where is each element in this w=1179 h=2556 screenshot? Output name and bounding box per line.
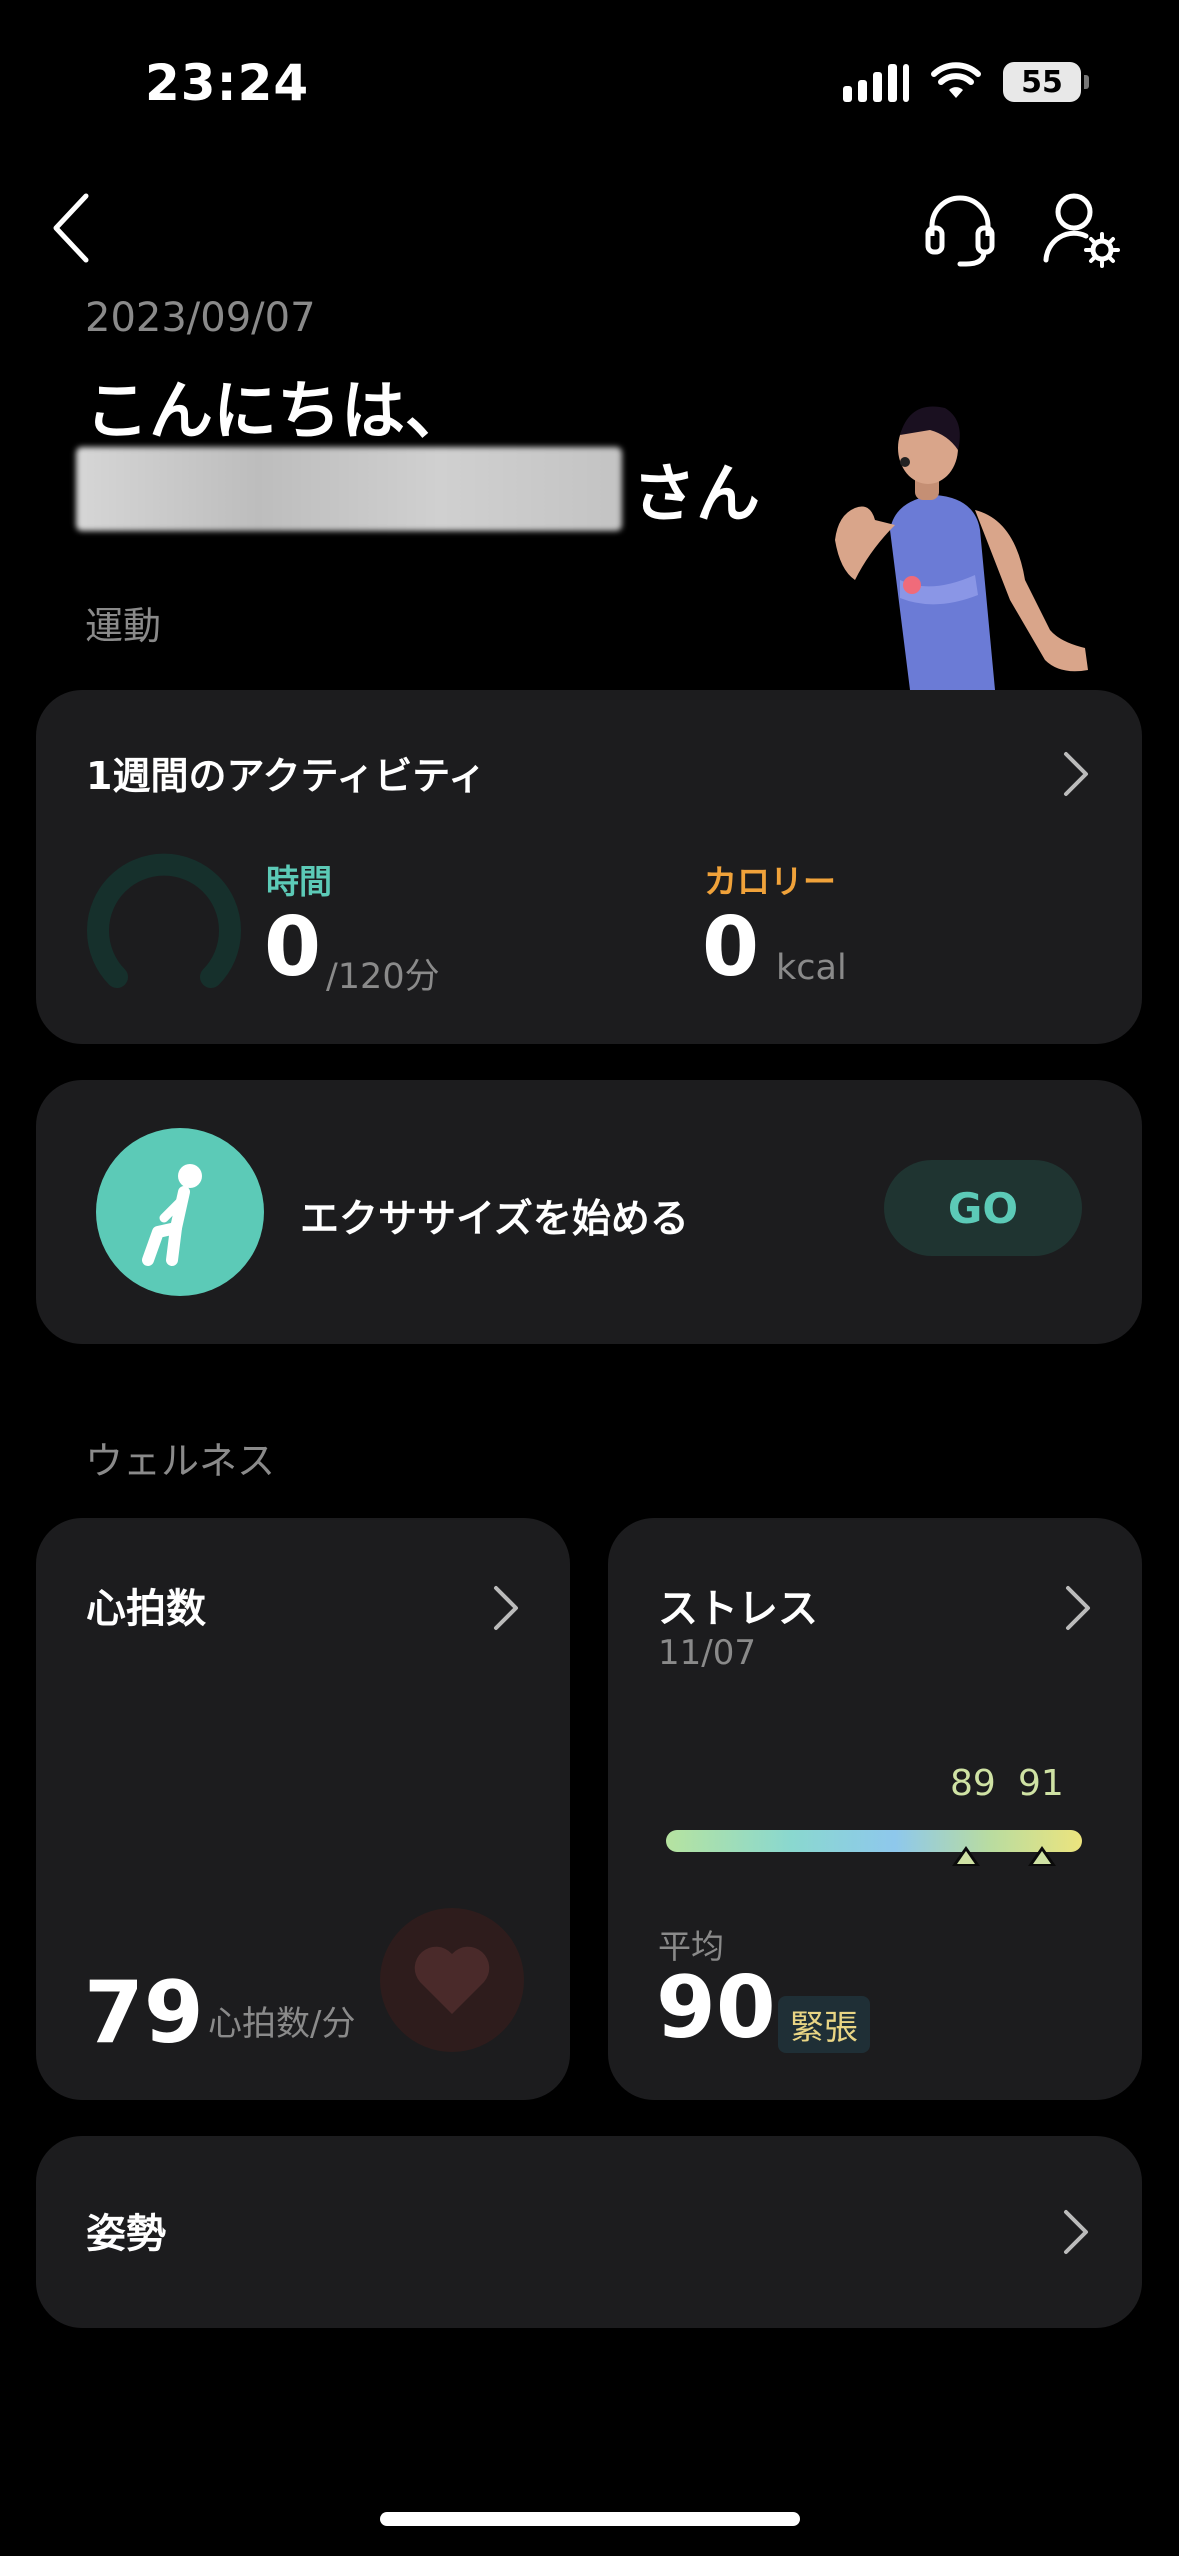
activity-title: 1週間のアクティビティ — [86, 754, 486, 798]
stress-date: 11/07 — [658, 1633, 756, 1673]
greeting-text: こんにちは、 — [85, 375, 469, 449]
chevron-right-icon — [1064, 2210, 1088, 2254]
status-icons: 55 — [843, 62, 1089, 102]
chevron-right-icon — [494, 1586, 518, 1630]
headset-support-icon[interactable] — [920, 190, 1000, 270]
stress-marker-min: 89 — [950, 1763, 996, 1804]
posture-title: 姿勢 — [86, 2211, 166, 2257]
status-time: 23:24 — [145, 54, 310, 112]
heart-rate-card[interactable]: 心拍数 79 心拍数/分 — [36, 1518, 570, 2100]
time-unit: /120分 — [326, 957, 440, 997]
date-text: 2023/09/07 — [85, 295, 316, 341]
name-suffix: さん — [632, 458, 760, 532]
heart-rate-unit: 心拍数/分 — [208, 2004, 356, 2044]
runner-illustration — [835, 406, 1088, 690]
activity-ring — [87, 853, 241, 988]
stress-marker-max: 91 — [1018, 1763, 1064, 1804]
stress-marker-triangle-fill — [957, 1851, 975, 1864]
calorie-unit: kcal — [776, 948, 847, 988]
start-exercise-label: エクササイズを始める — [300, 1197, 689, 1242]
stress-title: ストレス — [658, 1586, 818, 1632]
weekly-activity-card[interactable]: 1週間のアクティビティ 時間 0 /120分 カロリー 0 kcal — [36, 690, 1142, 1044]
exercise-icon-circle — [96, 1128, 264, 1296]
calorie-label: カロリー — [704, 862, 836, 901]
calorie-value: 0 — [702, 900, 760, 995]
stress-avg-value: 90 — [656, 1958, 776, 2058]
home-indicator[interactable] — [380, 2512, 800, 2526]
battery-level: 55 — [1021, 64, 1063, 100]
stress-marker-triangle-fill — [1033, 1851, 1051, 1864]
battery-icon: 55 — [1003, 62, 1089, 102]
chevron-right-icon — [1066, 1586, 1090, 1630]
stress-gradient-bar — [666, 1830, 1082, 1852]
stress-level-badge: 緊張 — [778, 1996, 870, 2053]
back-chevron-icon[interactable] — [44, 188, 104, 268]
heart-rate-title: 心拍数 — [86, 1586, 206, 1632]
wifi-icon — [931, 62, 981, 98]
time-label: 時間 — [266, 862, 332, 901]
chevron-right-icon — [1064, 752, 1088, 796]
section-label-exercise: 運動 — [85, 604, 162, 648]
time-value: 0 — [264, 900, 322, 995]
cellular-signal-icon — [843, 62, 909, 102]
exercise-figure-icon — [142, 1164, 202, 1266]
redacted-user-name — [76, 447, 622, 531]
heart-rate-value: 79 — [84, 1963, 204, 2063]
go-button[interactable]: GO — [884, 1160, 1082, 1256]
posture-card[interactable]: 姿勢 — [36, 2136, 1142, 2328]
stress-card[interactable]: ストレス 11/07 89 91 平均 90 緊張 — [608, 1518, 1142, 2100]
screen: 23:24 55 2023/09/07 こんにちは、 さん 運動 1週間のアクテ… — [0, 0, 1179, 2556]
start-exercise-card[interactable]: エクササイズを始める GO — [36, 1080, 1142, 1344]
user-name-row: さん — [76, 443, 760, 535]
section-label-wellness: ウェルネス — [85, 1439, 276, 1483]
heart-icon — [380, 1908, 524, 2052]
user-settings-icon[interactable] — [1040, 188, 1120, 270]
